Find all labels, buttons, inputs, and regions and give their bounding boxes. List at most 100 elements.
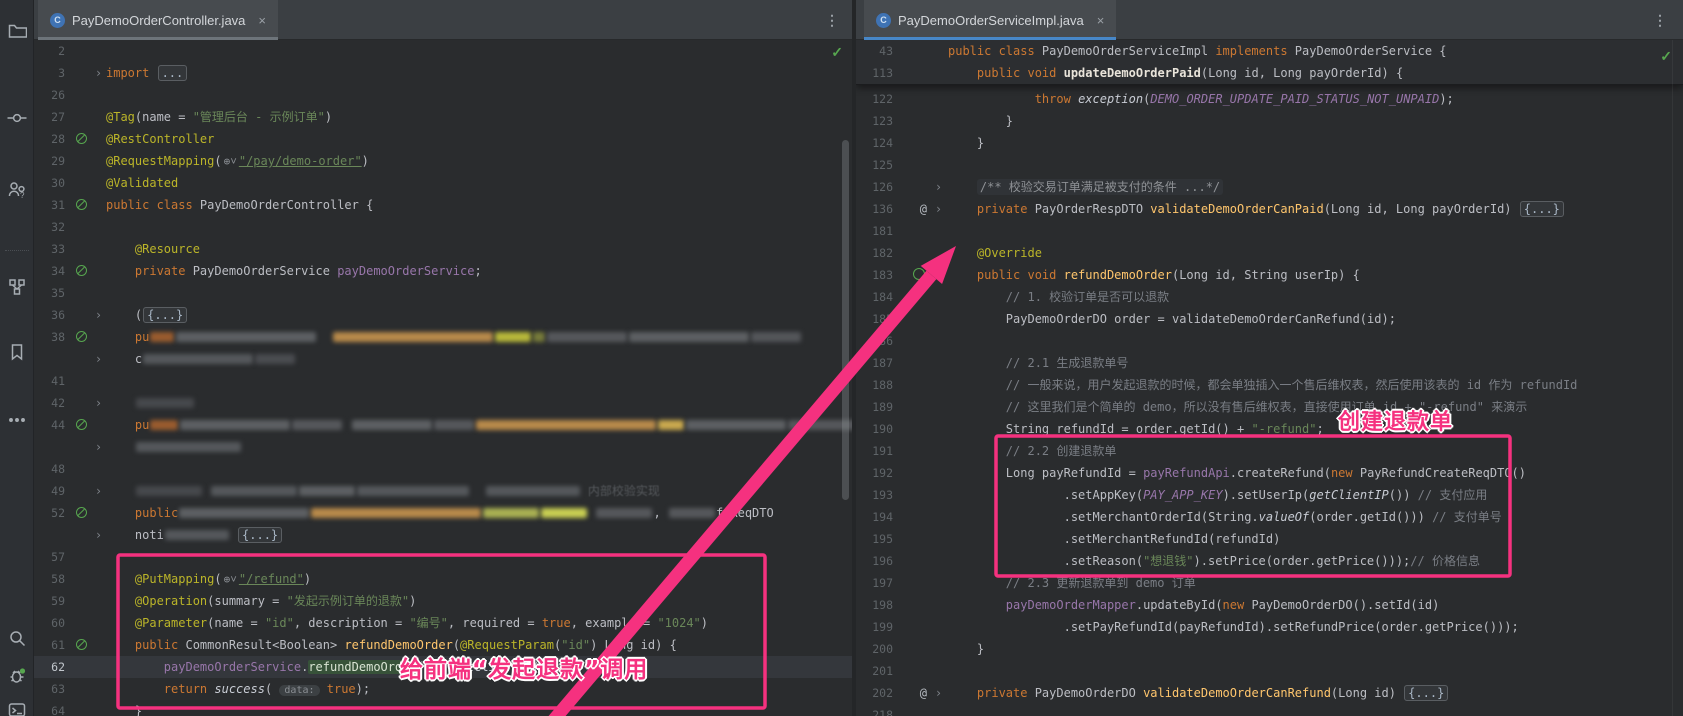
fold-arrow-icon[interactable]: › bbox=[929, 198, 948, 220]
line-number[interactable]: 113 bbox=[856, 62, 902, 84]
code-line-122[interactable]: 122 throw exception(DEMO_ORDER_UPDATE_PA… bbox=[856, 88, 1683, 110]
line-number[interactable]: 202 bbox=[856, 682, 902, 704]
code-line-181[interactable]: 181 bbox=[856, 220, 1683, 242]
line-number[interactable]: 31 bbox=[34, 194, 74, 216]
fold-arrow-icon[interactable]: › bbox=[91, 392, 106, 414]
line-number[interactable]: 27 bbox=[34, 106, 74, 128]
code-line-61[interactable]: 61 public CommonResult<Boolean> refundDe… bbox=[34, 634, 852, 656]
code-line[interactable]: › bbox=[34, 436, 852, 458]
line-number[interactable]: 197 bbox=[856, 572, 902, 594]
code-line-125[interactable]: 125 bbox=[856, 154, 1683, 176]
line-number[interactable]: 126 bbox=[856, 176, 902, 198]
line-number[interactable]: 181 bbox=[856, 220, 902, 242]
code-line-3[interactable]: 3›import ... bbox=[34, 62, 852, 84]
fold-arrow-icon[interactable]: › bbox=[91, 62, 106, 84]
code-line-52[interactable]: 52 public , fyReqDTO bbox=[34, 502, 852, 524]
bean-gutter-icon[interactable] bbox=[76, 507, 87, 518]
fold-arrow-icon[interactable]: › bbox=[91, 436, 106, 458]
code-line-185[interactable]: 185 PayDemoOrderDO order = validateDemoO… bbox=[856, 308, 1683, 330]
line-number[interactable]: 64 bbox=[34, 700, 74, 716]
line-number[interactable]: 189 bbox=[856, 396, 902, 418]
at-gutter-icon[interactable]: @ bbox=[920, 198, 927, 220]
line-number[interactable]: 183 bbox=[856, 264, 902, 286]
line-number[interactable]: 185 bbox=[856, 308, 902, 330]
line-number[interactable]: 182 bbox=[856, 242, 902, 264]
line-number[interactable]: 192 bbox=[856, 462, 902, 484]
tab-paydemoordercontroller[interactable]: C PayDemoOrderController.java × bbox=[38, 0, 278, 40]
code-line-182[interactable]: 182 @Override bbox=[856, 242, 1683, 264]
line-number[interactable]: 122 bbox=[856, 88, 902, 110]
code-line-29[interactable]: 29@RequestMapping(⊕˅"/pay/demo-order") bbox=[34, 150, 852, 172]
code-line-194[interactable]: 194 .setMerchantOrderId(String.valueOf(o… bbox=[856, 506, 1683, 528]
bean-gutter-icon[interactable] bbox=[76, 331, 87, 342]
code-line-43[interactable]: 43public class PayDemoOrderServiceImpl i… bbox=[856, 40, 1683, 62]
error-stripe[interactable] bbox=[1672, 40, 1683, 716]
commit-icon[interactable] bbox=[7, 108, 27, 128]
line-number[interactable]: 218 bbox=[856, 704, 902, 716]
line-number[interactable]: 32 bbox=[34, 216, 74, 238]
code-line-58[interactable]: 58 @PutMapping(⊕˅"/refund") bbox=[34, 568, 852, 590]
code-line-60[interactable]: 60 @Parameter(name = "id", description =… bbox=[34, 612, 852, 634]
line-number[interactable]: 42 bbox=[34, 392, 74, 414]
code-line-41[interactable]: 41 bbox=[34, 370, 852, 392]
fold-arrow-icon[interactable]: › bbox=[91, 304, 106, 326]
line-number[interactable]: 201 bbox=[856, 660, 902, 682]
project-folder-icon[interactable] bbox=[7, 20, 27, 40]
line-number[interactable]: 184 bbox=[856, 286, 902, 308]
code-line-38[interactable]: 38 pu bbox=[34, 326, 852, 348]
code-line-48[interactable]: 48 bbox=[34, 458, 852, 480]
line-number[interactable]: 188 bbox=[856, 374, 902, 396]
line-number[interactable]: 62 bbox=[34, 656, 74, 678]
code-line-183[interactable]: 183 public void refundDemoOrder(Long id,… bbox=[856, 264, 1683, 286]
line-number[interactable]: 26 bbox=[34, 84, 74, 106]
fold-arrow-icon[interactable]: › bbox=[929, 682, 948, 704]
code-line-196[interactable]: 196 .setReason("想退钱").setPrice(order.get… bbox=[856, 550, 1683, 572]
pull-requests-icon[interactable]: ? bbox=[7, 180, 27, 200]
code-line-126[interactable]: 126› /** 校验交易订单满足被支付的条件 ...*/ bbox=[856, 176, 1683, 198]
code-line-191[interactable]: 191 // 2.2 创建退款单 bbox=[856, 440, 1683, 462]
code-line-123[interactable]: 123 } bbox=[856, 110, 1683, 132]
line-number[interactable]: 195 bbox=[856, 528, 902, 550]
code-line-33[interactable]: 33 @Resource bbox=[34, 238, 852, 260]
bean-gutter-icon[interactable] bbox=[76, 419, 87, 430]
right-editor[interactable]: 43public class PayDemoOrderServiceImpl i… bbox=[856, 40, 1683, 716]
line-number[interactable]: 34 bbox=[34, 260, 74, 282]
code-line[interactable]: › noti {...} bbox=[34, 524, 852, 546]
line-number[interactable]: 3 bbox=[34, 62, 74, 84]
line-number[interactable]: 36 bbox=[34, 304, 74, 326]
bean-gutter-icon[interactable] bbox=[76, 265, 87, 276]
code-line-63[interactable]: 63 return success( data: true); bbox=[34, 678, 852, 700]
line-number[interactable]: 49 bbox=[34, 480, 74, 502]
line-number[interactable]: 52 bbox=[34, 502, 74, 524]
inspection-ok-icon[interactable]: ✓ bbox=[1660, 48, 1672, 65]
code-line-190[interactable]: 190 String refundId = order.getId() + "-… bbox=[856, 418, 1683, 440]
code-line-218[interactable]: 218 bbox=[856, 704, 1683, 716]
bean-gutter-icon[interactable] bbox=[76, 133, 87, 144]
code-line-201[interactable]: 201 bbox=[856, 660, 1683, 682]
code-line-193[interactable]: 193 .setAppKey(PAY_APP_KEY).setUserIp(ge… bbox=[856, 484, 1683, 506]
code-line-200[interactable]: 200 } bbox=[856, 638, 1683, 660]
code-line-32[interactable]: 32 bbox=[34, 216, 852, 238]
code-line-30[interactable]: 30@Validated bbox=[34, 172, 852, 194]
line-number[interactable]: 136 bbox=[856, 198, 902, 220]
code-line-198[interactable]: 198 payDemoOrderMapper.updateById(new Pa… bbox=[856, 594, 1683, 616]
line-number[interactable]: 38 bbox=[34, 326, 74, 348]
fold-arrow-icon[interactable]: › bbox=[91, 348, 106, 370]
code-line-34[interactable]: 34 private PayDemoOrderService payDemoOr… bbox=[34, 260, 852, 282]
line-number[interactable]: 28 bbox=[34, 128, 74, 150]
code-line-202[interactable]: 202@› private PayDemoOrderDO validateDem… bbox=[856, 682, 1683, 704]
code-line-187[interactable]: 187 // 2.1 生成退款单号 bbox=[856, 352, 1683, 374]
code-line-49[interactable]: 49› 内部校验实现 bbox=[34, 480, 852, 502]
code-line-124[interactable]: 124 } bbox=[856, 132, 1683, 154]
line-number[interactable]: 48 bbox=[34, 458, 74, 480]
code-line-62[interactable]: 62 payDemoOrderService.refundDemoOrder(i… bbox=[34, 656, 852, 678]
line-number[interactable]: 43 bbox=[856, 40, 902, 62]
line-number[interactable]: 59 bbox=[34, 590, 74, 612]
code-line[interactable]: › c bbox=[34, 348, 852, 370]
line-number[interactable]: 187 bbox=[856, 352, 902, 374]
line-number[interactable]: 124 bbox=[856, 132, 902, 154]
code-line-28[interactable]: 28@RestController bbox=[34, 128, 852, 150]
code-line-199[interactable]: 199 .setPayRefundId(payRefundId).setRefu… bbox=[856, 616, 1683, 638]
bean-gutter-icon[interactable] bbox=[76, 199, 87, 210]
code-line-136[interactable]: 136@› private PayOrderRespDTO validateDe… bbox=[856, 198, 1683, 220]
